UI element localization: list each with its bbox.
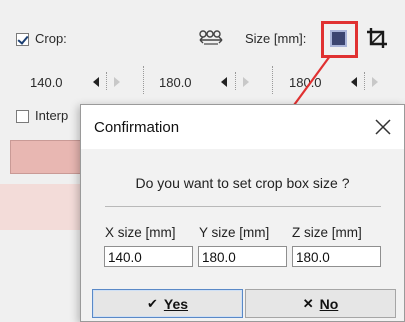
pink-region (0, 184, 80, 230)
y-size-label: Y size [mm] (199, 225, 270, 240)
dialog-title: Confirmation (94, 119, 180, 136)
dialog-separator (105, 206, 381, 207)
dialog-message: Do you want to set crop box size ? (135, 175, 350, 191)
x-decrease-arrow[interactable] (93, 77, 99, 87)
crop-icon[interactable] (366, 27, 388, 49)
z-size-field[interactable] (292, 246, 381, 267)
z-increase-arrow[interactable] (372, 77, 378, 87)
interp-label: Interp (35, 108, 69, 123)
y-decrease-arrow[interactable] (221, 77, 227, 87)
close-icon[interactable] (373, 117, 393, 137)
x-spinner-divider (106, 72, 107, 90)
z-size-label: Z size [mm] (292, 225, 362, 240)
size-label: Size [mm]: (245, 31, 307, 46)
dialog-titlebar: Confirmation (81, 105, 404, 149)
y-size-value: 180.0 (159, 75, 192, 90)
x-increase-arrow[interactable] (114, 77, 120, 87)
chain-resize-icon[interactable] (198, 29, 224, 49)
no-button[interactable]: ✕ No (245, 289, 396, 318)
no-label: No (319, 295, 339, 312)
pink-bar[interactable] (10, 140, 85, 174)
x-size-value: 140.0 (30, 75, 63, 90)
y-size-field[interactable] (198, 246, 287, 267)
yes-label: Yes (163, 295, 189, 312)
spinner-separator (143, 66, 144, 94)
x-size-label: X size [mm] (105, 225, 176, 240)
z-decrease-arrow[interactable] (351, 77, 357, 87)
interp-checkbox[interactable] (16, 110, 29, 123)
y-increase-arrow[interactable] (243, 77, 249, 87)
checkmark-icon: ✔ (146, 296, 158, 311)
yes-button[interactable]: ✔ Yes (92, 289, 243, 318)
x-icon: ✕ (302, 296, 314, 311)
z-spinner-divider (364, 72, 365, 90)
x-size-field[interactable] (104, 246, 193, 267)
y-spinner-divider (235, 72, 236, 90)
crop-label: Crop: (35, 31, 67, 46)
crop-checkbox[interactable] (16, 33, 29, 46)
confirmation-dialog: Confirmation Do you want to set crop box… (80, 104, 405, 322)
